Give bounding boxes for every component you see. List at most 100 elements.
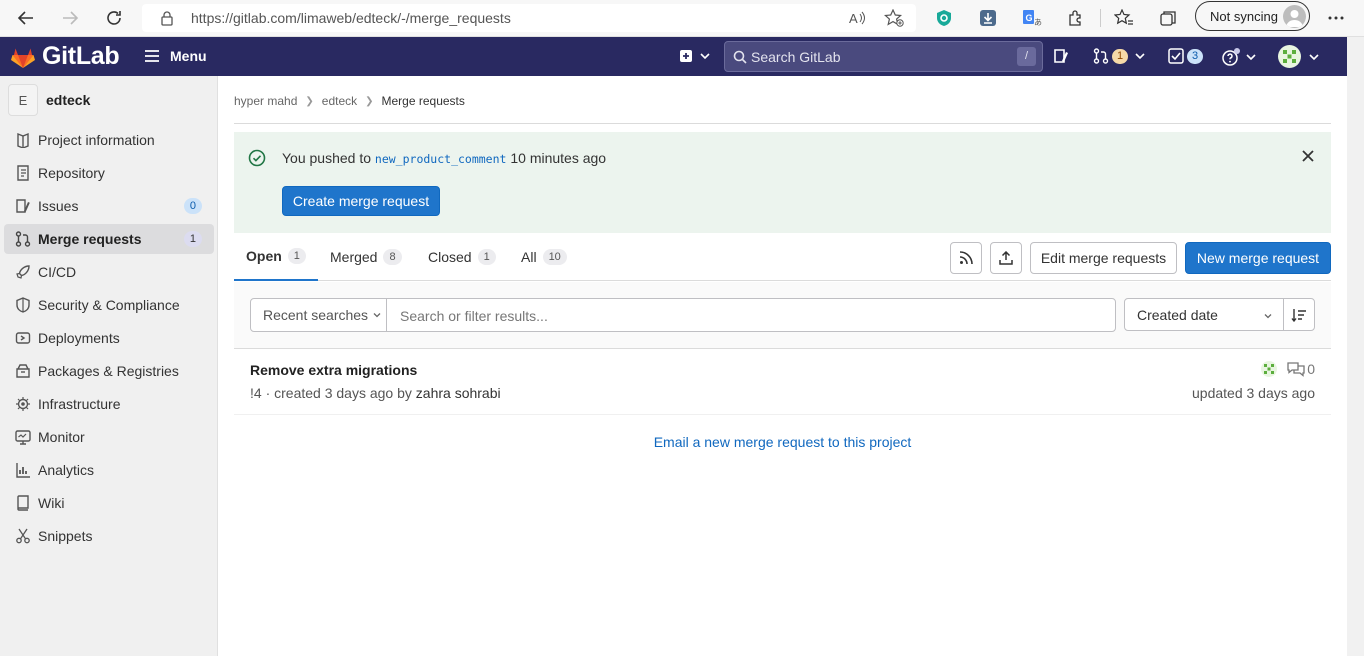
merge-request-meta: !4 · created 3 days ago by zahra sohrabi (250, 385, 501, 401)
chevron-down-icon (1135, 53, 1145, 60)
search-input[interactable]: Search GitLab / (724, 41, 1043, 72)
sort-direction-button[interactable] (1283, 298, 1315, 331)
translate-icon[interactable]: Gあ (1020, 6, 1044, 30)
close-icon[interactable] (1301, 149, 1315, 163)
profile-avatar (1283, 5, 1306, 28)
new-merge-request-button[interactable]: New merge request (1185, 242, 1331, 274)
breadcrumb-link-project[interactable]: edteck (322, 94, 357, 108)
package-icon (15, 363, 31, 379)
chevron-right-icon: ❯ (305, 95, 314, 107)
sidebar-item-label: Security & Compliance (38, 297, 180, 313)
book-icon (15, 495, 31, 511)
create-new-button[interactable] (679, 49, 711, 63)
scissors-icon (15, 528, 31, 544)
issues-icon (15, 198, 31, 214)
chevron-down-icon (1246, 54, 1256, 61)
forward-icon[interactable] (58, 6, 82, 30)
page-scrollbar[interactable] (1347, 37, 1364, 656)
merge-requests-nav-button[interactable]: 1 (1093, 48, 1146, 64)
more-options-icon[interactable] (1324, 6, 1348, 30)
filter-bar: Recent searches Search or filter results… (234, 282, 1331, 349)
project-header[interactable]: E edteck (8, 84, 90, 116)
sort-dropdown[interactable]: Created date (1124, 298, 1284, 331)
sidebar-item-merge-requests[interactable]: Merge requests 1 (4, 224, 214, 254)
repository-icon (15, 165, 31, 181)
svg-text:G: G (1026, 13, 1033, 23)
sidebar-item-wiki[interactable]: Wiki (4, 488, 214, 518)
sidebar-item-cicd[interactable]: CI/CD (4, 257, 214, 287)
collections-icon[interactable] (1156, 6, 1180, 30)
export-button[interactable] (990, 242, 1022, 274)
comments-icon (1287, 362, 1305, 377)
sidebar-item-analytics[interactable]: Analytics (4, 455, 214, 485)
issues-nav-button[interactable] (1053, 48, 1069, 64)
sidebar-item-packages-registries[interactable]: Packages & Registries (4, 356, 214, 386)
sidebar-item-repository[interactable]: Repository (4, 158, 214, 188)
svg-text:A: A (849, 11, 858, 26)
address-bar[interactable]: https://gitlab.com/limaweb/edteck/-/merg… (142, 4, 916, 32)
filter-search-input[interactable]: Search or filter results... (400, 308, 548, 324)
download-manager-icon[interactable] (976, 6, 1000, 30)
tab-all[interactable]: All 10 (521, 233, 567, 280)
sidebar-item-project-information[interactable]: Project information (4, 125, 214, 155)
merge-request-title[interactable]: Remove extra migrations (250, 362, 417, 378)
comments-count: 0 (1307, 361, 1315, 377)
edit-merge-requests-button[interactable]: Edit merge requests (1030, 242, 1177, 274)
help-button[interactable] (1222, 48, 1257, 66)
url-text: https://gitlab.com/limaweb/edteck/-/merg… (191, 10, 511, 26)
merge-request-author[interactable]: zahra sohrabi (416, 385, 501, 401)
back-icon[interactable] (14, 6, 38, 30)
user-menu-button[interactable] (1278, 45, 1320, 68)
menu-button[interactable]: Menu (144, 48, 207, 64)
recent-searches-dropdown[interactable]: Recent searches (251, 299, 387, 331)
breadcrumb-current[interactable]: Merge requests (382, 94, 465, 108)
sidebar-item-label: Analytics (38, 462, 95, 478)
sidebar-item-security-compliance[interactable]: Security & Compliance (4, 290, 214, 320)
tab-closed[interactable]: Closed 1 (428, 233, 496, 280)
sidebar-item-monitor[interactable]: Monitor (4, 422, 214, 452)
tab-merged[interactable]: Merged 8 (330, 233, 402, 280)
chevron-down-icon (373, 313, 381, 318)
email-merge-request-link[interactable]: Email a new merge request to this projec… (234, 434, 1331, 450)
merge-request-updated: updated 3 days ago (1192, 385, 1315, 401)
sidebar-item-label: Snippets (38, 528, 93, 544)
favorite-add-icon[interactable] (884, 9, 904, 27)
todos-nav-button[interactable]: 3 (1168, 48, 1204, 64)
divider (234, 123, 1331, 124)
create-merge-request-button[interactable]: Create merge request (282, 186, 440, 216)
tab-count: 1 (477, 248, 496, 265)
merge-request-ref[interactable]: !4 (250, 385, 262, 401)
svg-text:あ: あ (1034, 18, 1042, 27)
tab-count: 10 (542, 248, 567, 265)
tanuki-icon (11, 48, 35, 68)
merge-request-stats: 0 (1261, 361, 1315, 377)
tab-label: Open (246, 248, 282, 264)
assignee-avatar-icon[interactable] (1261, 361, 1278, 377)
sidebar-item-deployments[interactable]: Deployments (4, 323, 214, 353)
rss-button[interactable] (950, 242, 982, 274)
sort-label: Created date (1137, 306, 1218, 323)
breadcrumb-link-group[interactable]: hyper mahd (234, 94, 297, 108)
favorites-icon[interactable] (1112, 6, 1136, 30)
gitlab-logo[interactable]: GitLab (9, 42, 120, 71)
read-aloud-icon[interactable]: A (848, 9, 866, 27)
sidebar-item-label: Wiki (38, 495, 65, 511)
profile-sync-button[interactable]: Not syncing (1195, 1, 1310, 31)
extension-shield-icon[interactable] (932, 6, 956, 30)
project-sidebar: E edteck Project information Repository … (0, 76, 218, 656)
branch-link[interactable]: new_product_comment (375, 152, 507, 166)
chevron-right-icon: ❯ (365, 95, 374, 107)
merge-request-created: · created 3 days ago by (265, 385, 412, 401)
monitor-icon (15, 429, 31, 445)
tab-open[interactable]: Open 1 (234, 233, 318, 281)
lock-icon (160, 10, 174, 26)
extensions-icon[interactable] (1064, 6, 1088, 30)
deployments-icon (15, 330, 31, 346)
sidebar-item-issues[interactable]: Issues 0 (4, 191, 214, 221)
merge-request-icon (15, 231, 31, 247)
sidebar-item-infrastructure[interactable]: Infrastructure (4, 389, 214, 419)
sidebar-item-label: Deployments (38, 330, 120, 346)
refresh-icon[interactable] (102, 6, 126, 30)
alert-message: You pushed to new_product_comment 10 min… (282, 150, 606, 166)
sidebar-item-snippets[interactable]: Snippets (4, 521, 214, 551)
